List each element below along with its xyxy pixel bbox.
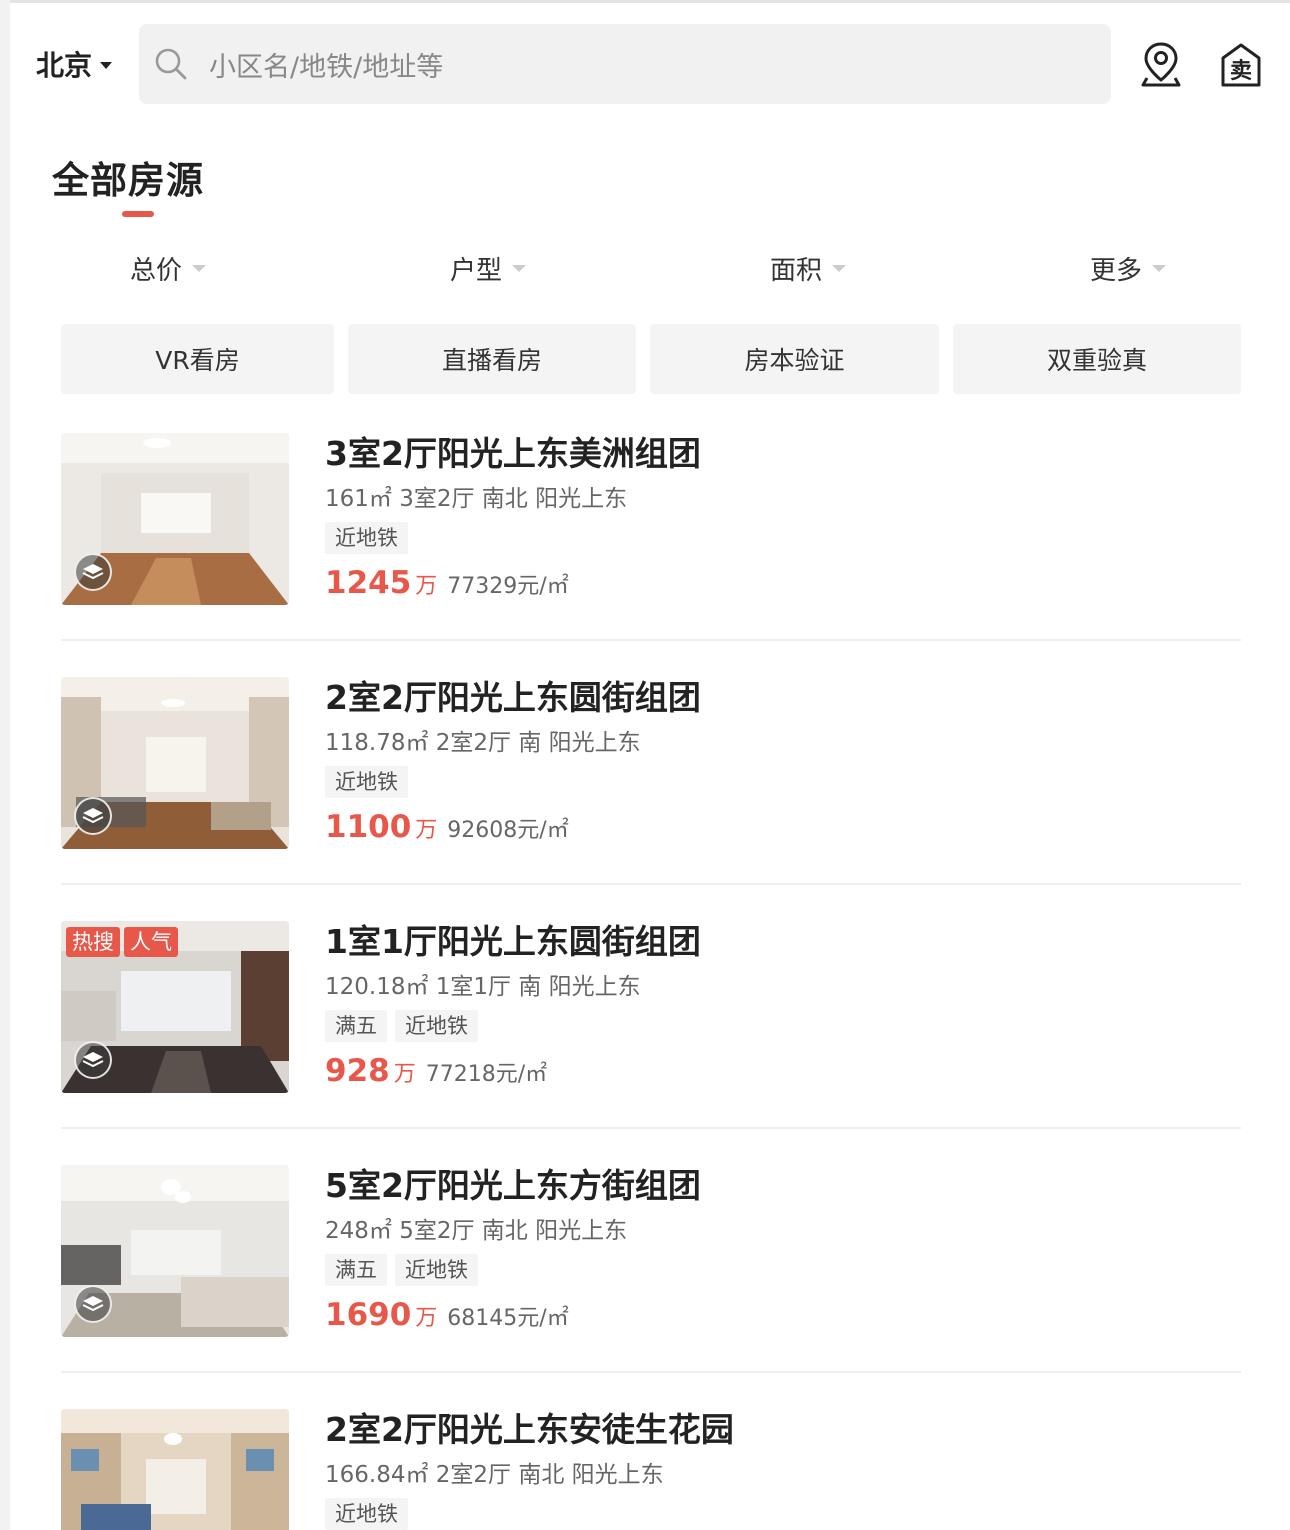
quick-tag-vr[interactable]: VR看房 bbox=[61, 324, 334, 394]
window-top-edge bbox=[0, 0, 1290, 3]
page-title: 全部房源 bbox=[52, 159, 204, 202]
search-placeholder: 小区名/地铁/地址等 bbox=[209, 51, 444, 83]
vr-icon bbox=[74, 1285, 112, 1323]
listing-tags: 近地铁 bbox=[325, 766, 408, 798]
filter-more[interactable]: 更多 bbox=[1090, 248, 1167, 288]
city-label: 北京 bbox=[36, 49, 93, 82]
filter-area[interactable]: 面积 bbox=[770, 248, 847, 288]
caret-down-icon bbox=[512, 264, 527, 272]
listing-tag: 满五 bbox=[325, 1010, 387, 1042]
vr-icon bbox=[74, 1041, 112, 1079]
listing-meta: 166.84㎡ 2室2厅 南北 阳光上东 bbox=[325, 1462, 664, 1488]
listing-unit-price: 92608元/㎡ bbox=[447, 818, 569, 843]
listing-meta: 248㎡ 5室2厅 南北 阳光上东 bbox=[325, 1218, 628, 1244]
listing-price-unit: 万 bbox=[415, 574, 438, 599]
listing-divider bbox=[61, 639, 1241, 641]
listing-photo bbox=[61, 433, 289, 605]
listing-item[interactable]: 2室2厅阳光上东圆街组团 118.78㎡ 2室2厅 南 阳光上东 近地铁 110… bbox=[61, 677, 1241, 921]
listing-title: 5室2厅阳光上东方街组团 bbox=[325, 1166, 701, 1205]
filter-label: 更多 bbox=[1090, 255, 1143, 286]
caret-down-icon bbox=[192, 264, 207, 272]
listing-item[interactable]: 2室2厅阳光上东安徒生花园 166.84㎡ 2室2厅 南北 阳光上东 近地铁 bbox=[61, 1409, 1241, 1530]
sell-house-button[interactable]: 卖 bbox=[1219, 42, 1263, 88]
listing-tags: 满五 近地铁 bbox=[325, 1010, 478, 1042]
quick-tag-double-verified[interactable]: 双重验真 bbox=[953, 324, 1241, 394]
filter-layout[interactable]: 户型 bbox=[450, 248, 527, 288]
search-box[interactable]: 小区名/地铁/地址等 bbox=[139, 24, 1111, 104]
listing-tags: 近地铁 bbox=[325, 1498, 408, 1530]
listing-title: 2室2厅阳光上东安徒生花园 bbox=[325, 1410, 734, 1449]
listing-item[interactable]: 5室2厅阳光上东方街组团 248㎡ 5室2厅 南北 阳光上东 满五 近地铁 16… bbox=[61, 1165, 1241, 1409]
listing-item[interactable]: 热搜 人气 1室1厅阳光上东圆街组团 120.18㎡ 1室1厅 南 阳光上东 满… bbox=[61, 921, 1241, 1165]
listing-photo bbox=[61, 1409, 289, 1530]
listing-meta: 118.78㎡ 2室2厅 南 阳光上东 bbox=[325, 730, 641, 756]
sell-house-icon: 卖 bbox=[1221, 43, 1261, 87]
filter-label: 总价 bbox=[130, 255, 183, 286]
listing-tag: 近地铁 bbox=[325, 766, 408, 798]
listing-photo bbox=[61, 1165, 289, 1337]
listing-unit-price: 77329元/㎡ bbox=[447, 574, 569, 599]
listing-total-price: 928 bbox=[325, 1053, 390, 1089]
vr-icon bbox=[74, 797, 112, 835]
caret-down-icon bbox=[832, 264, 847, 272]
listing-price: 1100 万 92608元/㎡ bbox=[325, 809, 569, 845]
listing-tag: 近地铁 bbox=[395, 1010, 478, 1042]
listing-unit-price: 77218元/㎡ bbox=[425, 1062, 548, 1087]
listing-price: 1245 万 77329元/㎡ bbox=[325, 565, 569, 601]
filter-bar: 总价 户型 面积 更多 bbox=[0, 248, 1290, 288]
sell-label: 卖 bbox=[1230, 58, 1252, 84]
window-left-edge bbox=[0, 0, 10, 1530]
caret-down-icon bbox=[100, 61, 113, 69]
listing-price: 928 万 77218元/㎡ bbox=[325, 1053, 547, 1089]
listing-unit-price: 68145元/㎡ bbox=[447, 1306, 569, 1331]
listing-title: 1室1厅阳光上东圆街组团 bbox=[325, 922, 701, 961]
filter-label: 户型 bbox=[450, 255, 503, 286]
listing-meta: 120.18㎡ 1室1厅 南 阳光上东 bbox=[325, 974, 641, 1000]
quick-tag-deed-verified[interactable]: 房本验证 bbox=[650, 324, 939, 394]
listing-price-unit: 万 bbox=[393, 1062, 416, 1087]
listing-tag: 满五 bbox=[325, 1254, 387, 1286]
listing-photo bbox=[61, 677, 289, 849]
hot-tag: 人气 bbox=[124, 927, 178, 957]
listing-tag: 近地铁 bbox=[325, 522, 408, 554]
listing-title: 2室2厅阳光上东圆街组团 bbox=[325, 678, 701, 717]
listing-tag: 近地铁 bbox=[325, 1498, 408, 1530]
listing-price-unit: 万 bbox=[415, 1306, 438, 1331]
hot-tag: 热搜 bbox=[66, 927, 120, 957]
listing-total-price: 1690 bbox=[325, 1297, 412, 1333]
quick-tag-live[interactable]: 直播看房 bbox=[348, 324, 636, 394]
listing-divider bbox=[61, 883, 1241, 885]
listing-total-price: 1100 bbox=[325, 809, 412, 845]
map-pin-icon[interactable] bbox=[1139, 40, 1183, 88]
listing-divider bbox=[61, 1127, 1241, 1129]
listing-price-unit: 万 bbox=[415, 818, 438, 843]
listing-divider bbox=[61, 1371, 1241, 1373]
listing-total-price: 1245 bbox=[325, 565, 412, 601]
city-selector[interactable]: 北京 bbox=[36, 44, 113, 84]
listing-meta: 161㎡ 3室2厅 南北 阳光上东 bbox=[325, 486, 628, 512]
listing-price: 1690 万 68145元/㎡ bbox=[325, 1297, 569, 1333]
listing-tags: 近地铁 bbox=[325, 522, 408, 554]
title-underline bbox=[122, 211, 154, 217]
hot-tags: 热搜 人气 bbox=[66, 927, 178, 957]
listing-title: 3室2厅阳光上东美洲组团 bbox=[325, 434, 701, 473]
listing-tag: 近地铁 bbox=[395, 1254, 478, 1286]
listing-item[interactable]: 3室2厅阳光上东美洲组团 161㎡ 3室2厅 南北 阳光上东 近地铁 1245 … bbox=[61, 433, 1241, 677]
listing-tags: 满五 近地铁 bbox=[325, 1254, 478, 1286]
listing-photo: 热搜 人气 bbox=[61, 921, 289, 1093]
caret-down-icon bbox=[1152, 264, 1167, 272]
search-icon bbox=[155, 48, 187, 80]
filter-total-price[interactable]: 总价 bbox=[130, 248, 207, 288]
vr-icon bbox=[74, 553, 112, 591]
filter-label: 面积 bbox=[770, 255, 823, 286]
